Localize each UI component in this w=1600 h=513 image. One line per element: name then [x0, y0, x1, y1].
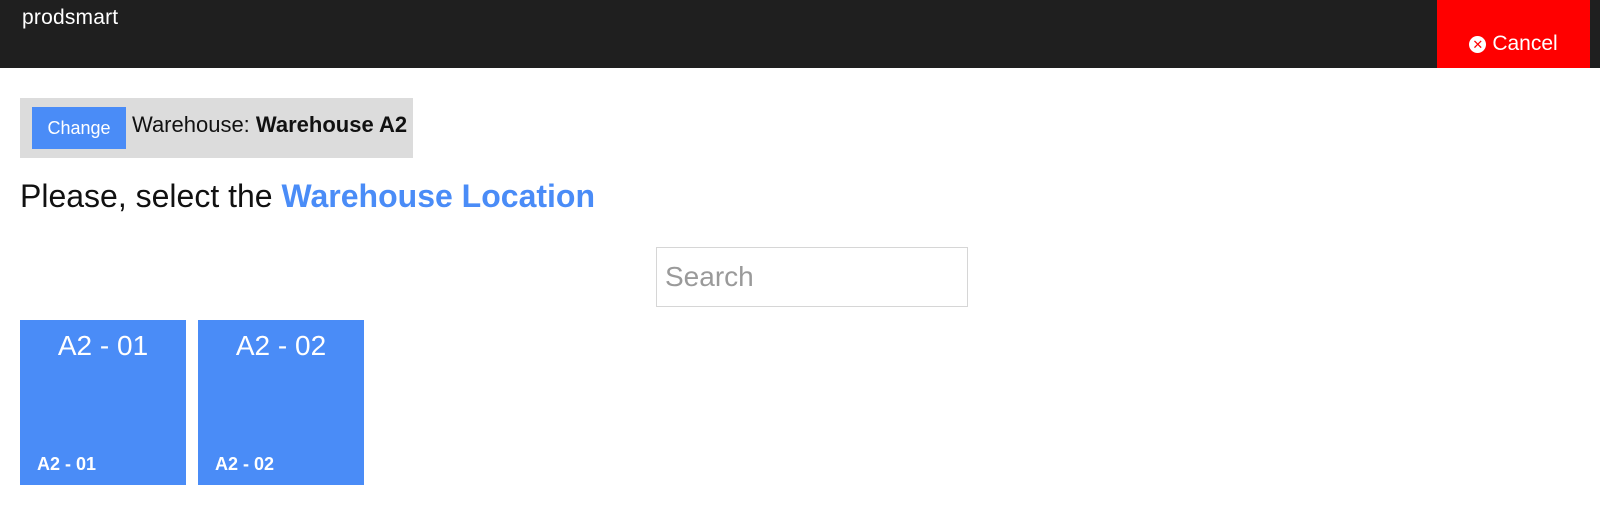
top-navbar: prodsmart ✕ Cancel	[0, 0, 1600, 68]
brand-logo: prodsmart	[22, 6, 119, 29]
warehouse-info: Warehouse: Warehouse A2	[132, 112, 407, 138]
cancel-button[interactable]: ✕ Cancel	[1437, 0, 1590, 68]
location-title: A2 - 02	[235, 330, 327, 361]
current-warehouse-bar: Change Warehouse: Warehouse A2	[20, 98, 413, 158]
prompt-highlight: Warehouse Location	[281, 178, 595, 214]
times-circle-icon: ✕	[1469, 35, 1487, 53]
warehouse-name: Warehouse A2	[255, 112, 408, 137]
warehouse-prefix: Warehouse:	[132, 112, 256, 137]
location-code: A2 - 02	[215, 454, 275, 474]
prompt-text: Please, select the	[20, 178, 282, 214]
location-tile-a2-02[interactable]: A2 - 02 A2 - 02	[198, 320, 364, 485]
cancel-label: Cancel	[1492, 32, 1558, 55]
search-input[interactable]	[656, 247, 968, 307]
location-title: A2 - 01	[57, 330, 149, 361]
page-title: Please, select the Warehouse Location	[20, 178, 595, 215]
change-warehouse-button[interactable]: Change	[32, 107, 126, 149]
location-code: A2 - 01	[37, 454, 97, 474]
location-tile-a2-01[interactable]: A2 - 01 A2 - 01	[20, 320, 186, 485]
